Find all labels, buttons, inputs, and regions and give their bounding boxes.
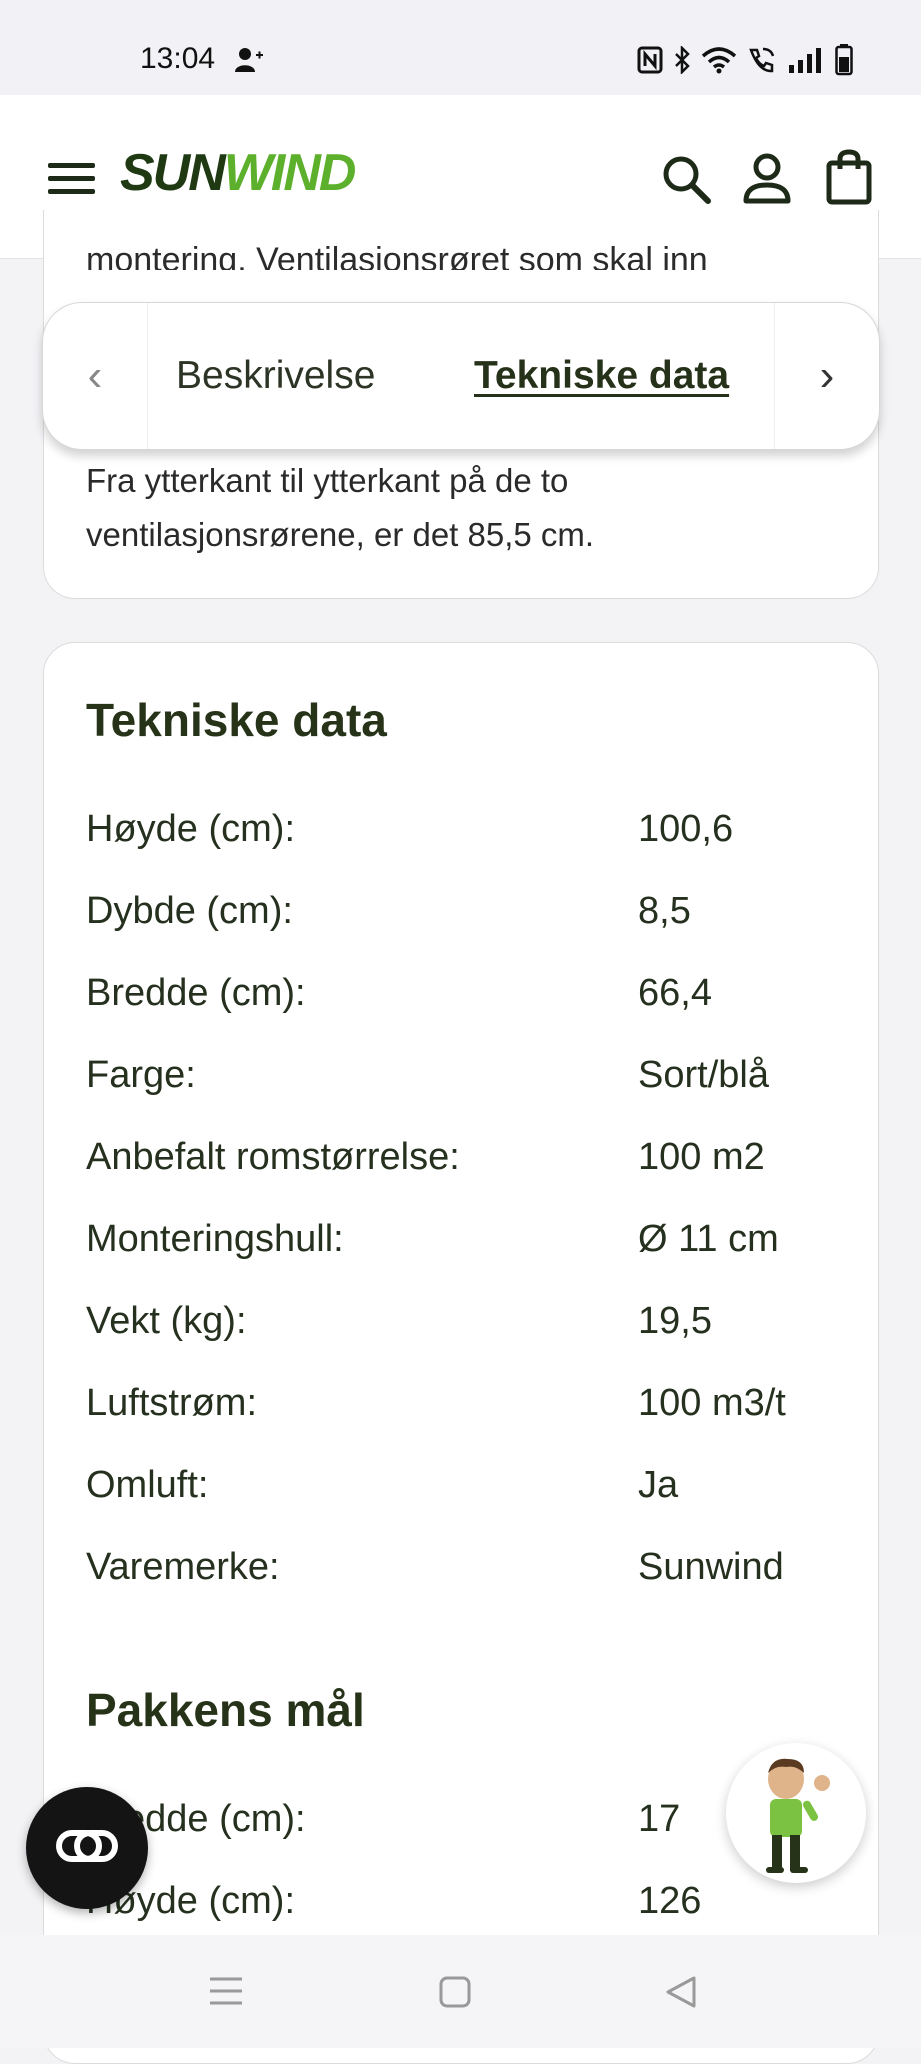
row-value: Ja — [638, 1463, 679, 1506]
row-value: Sort/blå — [638, 1053, 769, 1096]
row-key: Dybde (cm): — [86, 889, 293, 932]
tech-data-title: Tekniske data — [86, 694, 387, 746]
row-value: 100 m2 — [638, 1135, 765, 1178]
person-add-icon — [234, 46, 264, 79]
row-value: 8,5 — [638, 889, 691, 932]
row-key: Monteringshull: — [86, 1217, 344, 1260]
table-row: Luftstrøm: 100 m3/t — [86, 1362, 846, 1444]
tabs-next-button[interactable]: › — [774, 303, 879, 449]
battery-icon — [835, 44, 853, 81]
tab-beskrivelse[interactable]: Beskrivelse — [176, 354, 434, 398]
table-row: Farge: Sort/blå — [86, 1034, 846, 1116]
back-icon[interactable] — [664, 1975, 698, 2014]
table-row: Bredde (cm): 66,4 — [86, 952, 846, 1034]
status-bar: 13:04 — [0, 0, 921, 95]
system-nav-bar — [0, 1935, 921, 2048]
tabs-prev-button[interactable]: ‹ — [43, 303, 148, 449]
signal-icon — [787, 47, 825, 78]
account-icon[interactable] — [742, 153, 792, 210]
table-row: Anbefalt romstørrelse: 100 m2 — [86, 1116, 846, 1198]
tab-tekniske-data[interactable]: Tekniske data — [474, 354, 736, 398]
table-row: Monteringshull: Ø 11 cm — [86, 1198, 846, 1280]
row-value: 66,4 — [638, 971, 712, 1014]
row-key: Høyde (cm): — [86, 1879, 295, 1922]
table-row: Høyde (cm): 126 — [86, 1860, 846, 1942]
chevron-right-icon: › — [819, 351, 835, 400]
bluetooth-icon — [673, 44, 691, 79]
row-key: Omluft: — [86, 1463, 209, 1506]
row-key: Luftstrøm: — [86, 1381, 258, 1424]
section-tabs: ‹ Beskrivelse Tekniske data › — [42, 302, 880, 450]
menu-icon[interactable] — [48, 163, 95, 195]
status-icons — [637, 44, 853, 81]
table-row: Dybde (cm): 8,5 — [86, 870, 846, 952]
link-icon — [55, 1829, 119, 1868]
search-icon[interactable] — [660, 153, 712, 210]
nfc-icon — [637, 46, 663, 79]
package-title: Pakkens mål — [86, 1684, 365, 1736]
tech-data-table: Høyde (cm): 100,6 Dybde (cm): 8,5 Bredde (… — [86, 788, 846, 1608]
wifi-icon — [701, 46, 737, 79]
wifi-calling-icon — [747, 46, 777, 79]
table-row: Høyde (cm): 100,6 — [86, 788, 846, 870]
chat-assistant-button[interactable] — [726, 1743, 866, 1883]
logo-part-1: SUN — [120, 144, 226, 202]
row-key: Bredde (cm): — [86, 971, 306, 1014]
cart-icon[interactable] — [826, 149, 872, 210]
row-value: 19,5 — [638, 1299, 712, 1342]
logo-part-2: WIND — [223, 144, 357, 202]
description-truncated-line: montering. Ventilasjonsrøret som skal in… — [86, 241, 708, 270]
home-icon[interactable] — [438, 1975, 472, 2014]
chevron-left-icon: ‹ — [87, 351, 103, 400]
row-value: Sunwind — [638, 1545, 784, 1588]
sunwind-logo[interactable]: SUNWIND — [120, 143, 357, 203]
row-value: 100,6 — [638, 807, 734, 850]
recent-apps-icon[interactable] — [208, 1975, 244, 2012]
table-row: Varemerke: Sunwind — [86, 1526, 846, 1608]
table-row: Omluft: Ja — [86, 1444, 846, 1526]
row-value: Ø 11 cm — [638, 1217, 779, 1260]
accessibility-button[interactable] — [26, 1787, 148, 1909]
table-row: Vekt (kg): 19,5 — [86, 1280, 846, 1362]
row-value: 126 — [638, 1879, 702, 1922]
row-value: 100 m3/t — [638, 1381, 786, 1424]
row-key: Anbefalt romstørrelse: — [86, 1135, 460, 1178]
row-key: Bredde (cm): — [86, 1797, 306, 1840]
row-key: Varemerke: — [86, 1545, 280, 1588]
status-time: 13:04 — [140, 42, 216, 75]
row-key: Farge: — [86, 1053, 196, 1096]
row-key: Vekt (kg): — [86, 1299, 247, 1342]
description-text: Fra ytterkant til ytterkant på de to ven… — [86, 462, 595, 553]
row-key: Høyde (cm): — [86, 807, 295, 850]
